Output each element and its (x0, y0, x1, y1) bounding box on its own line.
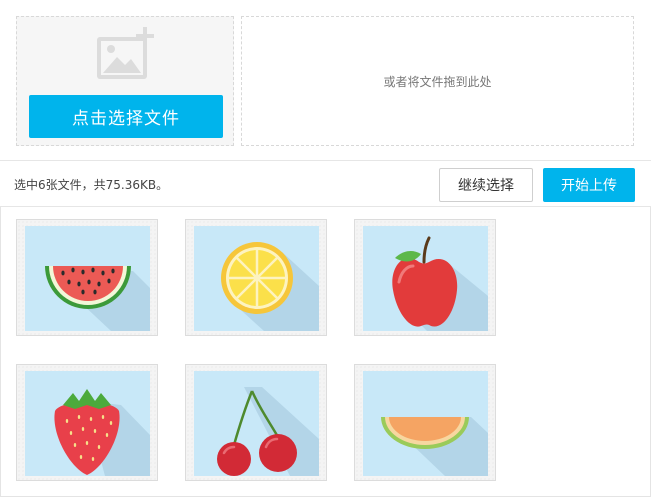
lemon-icon (221, 242, 319, 331)
file-thumbnail (25, 226, 150, 331)
status-bar: 选中6张文件，共75.36KB。 继续选择 开始上传 (0, 160, 651, 207)
continue-select-button[interactable]: 继续选择 (439, 168, 533, 202)
file-item[interactable] (354, 219, 496, 336)
upload-header: 点击选择文件 或者将文件拖到此处 (0, 0, 651, 160)
drop-zone-hint: 或者将文件拖到此处 (383, 74, 492, 89)
drop-zone[interactable]: 或者将文件拖到此处 (241, 16, 634, 146)
file-item[interactable] (185, 364, 327, 481)
file-picker-area[interactable]: 点击选择文件 (16, 16, 234, 146)
file-item[interactable] (16, 364, 158, 481)
file-thumbnail (194, 226, 319, 331)
file-item[interactable] (16, 219, 158, 336)
file-thumbnail (25, 371, 150, 476)
select-file-button[interactable]: 点击选择文件 (29, 95, 223, 138)
file-item[interactable] (354, 364, 496, 481)
file-thumbnail (363, 371, 488, 476)
file-item[interactable] (185, 219, 327, 336)
file-thumbnail (194, 371, 319, 476)
image-add-icon (97, 27, 154, 79)
start-upload-button[interactable]: 开始上传 (543, 168, 635, 202)
cherry-icon (217, 387, 319, 476)
file-list (0, 207, 651, 497)
cantaloupe-icon (381, 417, 488, 476)
selection-summary: 选中6张文件，共75.36KB。 (14, 178, 169, 192)
strawberry-icon (54, 389, 150, 476)
apple-icon (392, 236, 488, 331)
file-thumbnail (363, 226, 488, 331)
watermelon-icon (45, 266, 150, 331)
